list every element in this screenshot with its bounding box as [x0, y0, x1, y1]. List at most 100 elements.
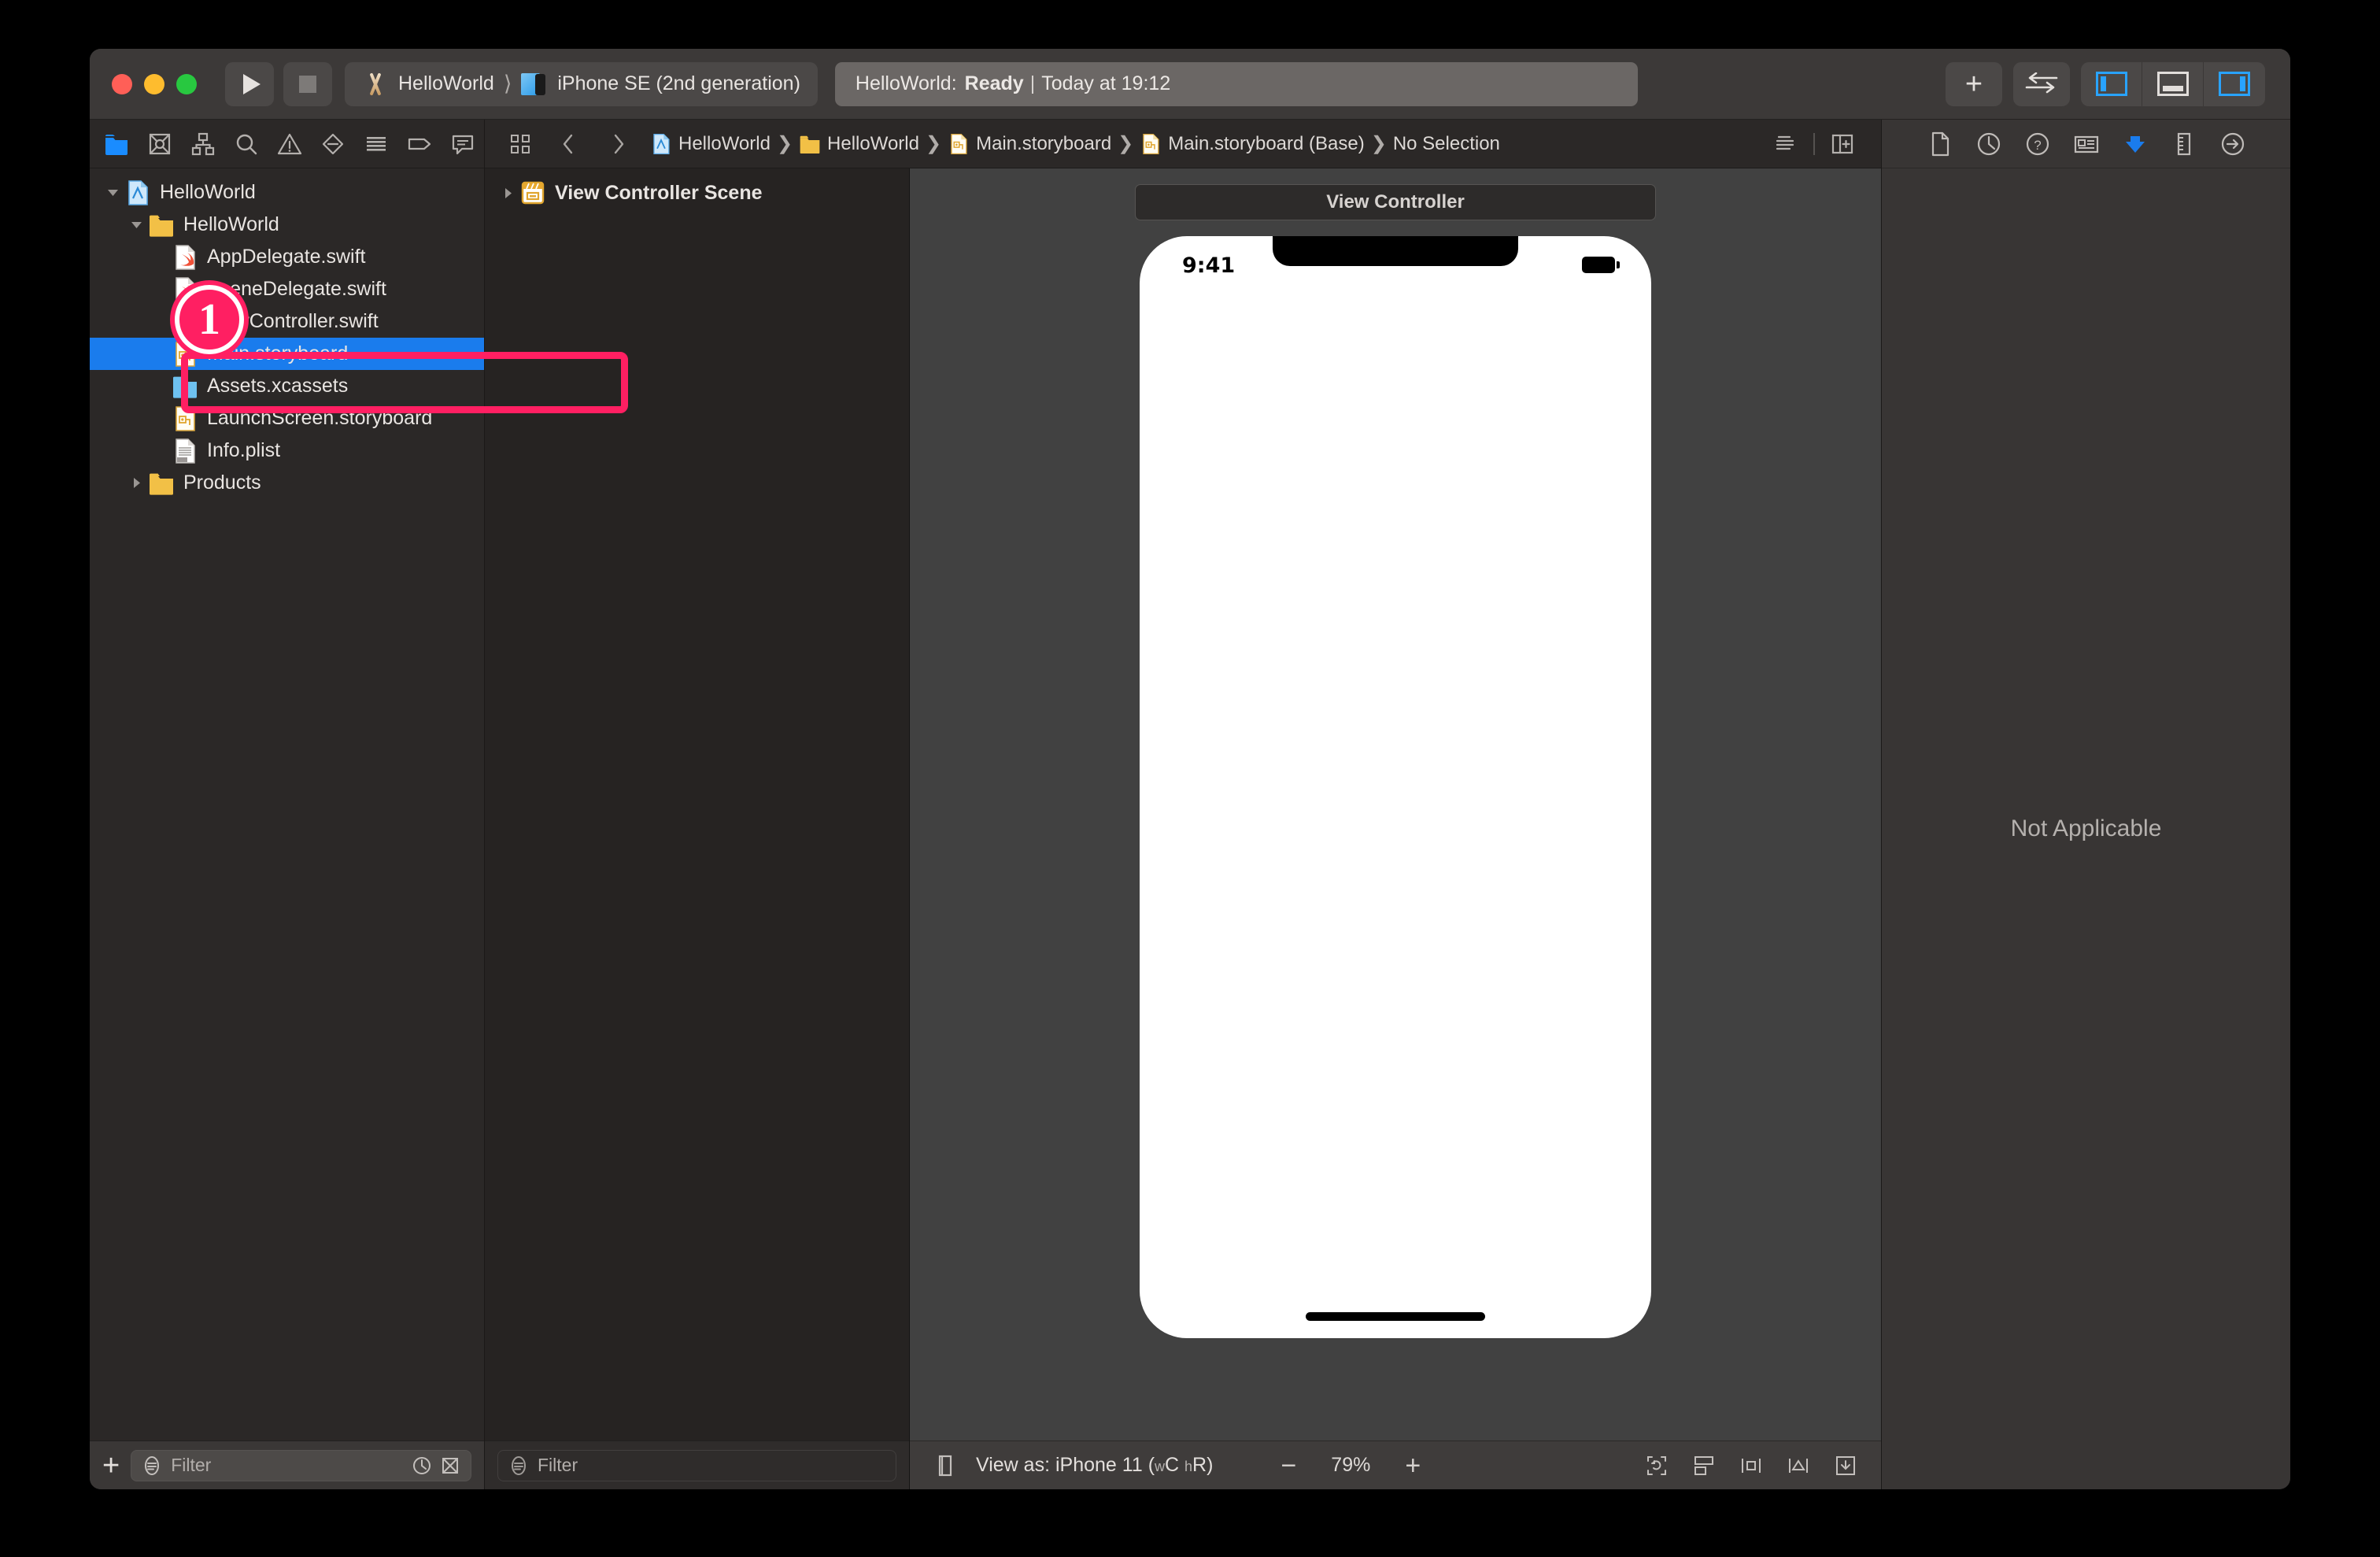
- breadcrumb-item[interactable]: Main.storyboard (Base): [1140, 132, 1365, 155]
- disclosure-triangle-open[interactable]: [124, 218, 148, 231]
- file-tree-row[interactable]: Info.plist: [90, 435, 484, 467]
- outline-filter-input[interactable]: Filter: [497, 1449, 896, 1481]
- iphone-simulator-preview[interactable]: 9:41: [1140, 236, 1651, 1338]
- identity-inspector-icon[interactable]: [2072, 130, 2101, 158]
- debug-navigator-icon[interactable]: [354, 120, 397, 168]
- embed-in-icon[interactable]: [1691, 1452, 1717, 1479]
- traffic-lights: [112, 73, 197, 94]
- navigate-back-button[interactable]: [545, 120, 593, 168]
- breakpoint-navigator-icon[interactable]: [397, 120, 441, 168]
- file-tree-row[interactable]: Assets.xcassets: [90, 370, 484, 402]
- file-tree-row[interactable]: HelloWorld: [90, 176, 484, 209]
- device-orientation-icon[interactable]: [932, 1452, 959, 1479]
- symbol-navigator-icon[interactable]: [181, 120, 224, 168]
- breadcrumb-item[interactable]: Main.storyboard: [948, 133, 1111, 155]
- connections-inspector-icon[interactable]: [2219, 130, 2247, 158]
- storyboard-canvas[interactable]: View Controller 9:41: [910, 168, 1881, 1441]
- zoom-level-value[interactable]: 79%: [1331, 1454, 1370, 1477]
- status-divider: |: [1029, 72, 1036, 94]
- project-navigator-icon[interactable]: [94, 120, 138, 168]
- update-frames-icon[interactable]: [1643, 1452, 1670, 1479]
- quick-help-inspector-icon[interactable]: ?: [2023, 130, 2052, 158]
- recent-filter-icon[interactable]: [411, 1455, 433, 1477]
- document-outline-tree[interactable]: View Controller Scene: [485, 168, 909, 1441]
- breadcrumb-item-label: Main.storyboard (Base): [1168, 132, 1365, 154]
- editor-options-button[interactable]: [2013, 61, 2070, 106]
- folder-yellow-icon: [150, 215, 173, 237]
- scene-title-bar[interactable]: View Controller: [1135, 184, 1656, 220]
- maximize-window-button[interactable]: [176, 73, 197, 94]
- inspector-panel: ? Not Applicable: [1881, 120, 2290, 1489]
- size-inspector-icon[interactable]: [2170, 130, 2198, 158]
- storyboard-canvas-column: View Controller 9:41 View as: iPhone 11 …: [910, 168, 1881, 1489]
- find-navigator-icon[interactable]: [224, 120, 268, 168]
- run-button[interactable]: [225, 61, 274, 106]
- breadcrumb[interactable]: HelloWorld ❯ HelloWorld ❯ Main.storyboard ❯ Ma…: [650, 132, 1500, 155]
- attributes-inspector-icon[interactable]: [2121, 130, 2149, 158]
- breadcrumb-item[interactable]: HelloWorld: [799, 133, 919, 155]
- toggle-debug-area-button[interactable]: [2142, 61, 2204, 106]
- minimize-window-button[interactable]: [144, 73, 164, 94]
- source-control-filter-icon[interactable]: [439, 1455, 461, 1477]
- report-navigator-icon[interactable]: [441, 120, 484, 168]
- disclosure-triangle-closed[interactable]: [124, 476, 148, 490]
- scheme-name[interactable]: HelloWorld: [398, 72, 494, 95]
- xcode-project-icon: [128, 179, 148, 205]
- inspector-tab-bar: ?: [1882, 120, 2290, 168]
- source-control-navigator-icon[interactable]: [138, 120, 181, 168]
- history-inspector-icon[interactable]: [1975, 130, 2003, 158]
- add-file-button[interactable]: +: [102, 1451, 120, 1481]
- issue-navigator-icon[interactable]: [268, 120, 311, 168]
- file-tree-row[interactable]: LaunchScreen.storyboard: [90, 402, 484, 435]
- minimap-icon[interactable]: [1761, 120, 1810, 168]
- navigator-toolbar: [90, 120, 484, 168]
- resolve-auto-layout-icon[interactable]: [1832, 1452, 1859, 1479]
- plus-icon: +: [1964, 67, 1983, 101]
- right-pane-icon: [2219, 72, 2250, 96]
- align-icon[interactable]: [1738, 1452, 1765, 1479]
- project-file-tree[interactable]: HelloWorld HelloWorld AppDelegate.swift Sce…: [90, 168, 484, 1441]
- view-as-control[interactable]: View as: iPhone 11 (wC hR): [976, 1454, 1213, 1477]
- outline-row[interactable]: View Controller Scene: [485, 176, 909, 209]
- toggle-navigator-button[interactable]: [2081, 61, 2142, 106]
- stop-button[interactable]: [283, 61, 332, 106]
- file-tree-row-label: HelloWorld: [183, 213, 279, 235]
- navigator-filter-input[interactable]: Filter: [131, 1449, 471, 1481]
- zoom-out-button[interactable]: −: [1281, 1452, 1296, 1479]
- disclosure-triangle-closed[interactable]: [496, 187, 519, 200]
- add-button[interactable]: +: [1946, 61, 2002, 106]
- file-tree-row-label: Products: [183, 472, 261, 494]
- file-tree-row[interactable]: ViewController.swift: [90, 305, 484, 338]
- folder-yellow-icon: [800, 135, 820, 153]
- add-constraints-icon[interactable]: [1785, 1452, 1812, 1479]
- related-items-icon[interactable]: [496, 120, 545, 168]
- destination-name[interactable]: iPhone SE (2nd generation): [557, 72, 800, 95]
- main-body: HelloWorld HelloWorld AppDelegate.swift Sce…: [90, 120, 2290, 1489]
- pane-toggle-group: [2081, 61, 2265, 106]
- file-tree-row[interactable]: HelloWorld: [90, 209, 484, 241]
- toggle-inspector-button[interactable]: [2204, 62, 2265, 106]
- add-editor-icon[interactable]: [1818, 120, 1867, 168]
- file-tree-row[interactable]: SceneDelegate.swift: [90, 273, 484, 305]
- outline-filter-bar: Filter: [485, 1441, 909, 1489]
- file-inspector-icon[interactable]: [1926, 130, 1954, 158]
- destination-device-icon: [521, 72, 548, 96]
- close-window-button[interactable]: [112, 73, 132, 94]
- scheme-destination-bar[interactable]: HelloWorld ⟩ iPhone SE (2nd generation): [345, 61, 818, 106]
- title-bar: HelloWorld ⟩ iPhone SE (2nd generation) …: [90, 49, 2290, 120]
- status-bar-time: 9:41: [1182, 253, 1236, 278]
- file-tree-row-selected[interactable]: Main.storyboard: [90, 338, 484, 370]
- navigate-forward-button[interactable]: [593, 120, 642, 168]
- breadcrumb-item[interactable]: No Selection: [1393, 133, 1500, 155]
- auto-layout-tools: [1643, 1452, 1859, 1479]
- zoom-in-button[interactable]: +: [1405, 1452, 1421, 1479]
- file-tree-row[interactable]: Products: [90, 467, 484, 499]
- file-tree-row-label: Info.plist: [207, 439, 281, 461]
- disclosure-triangle-open[interactable]: [101, 186, 124, 199]
- file-tree-row-label: Assets.xcassets: [207, 375, 349, 397]
- annotation-step-number: 1: [198, 295, 220, 344]
- breadcrumb-item[interactable]: HelloWorld: [650, 133, 771, 155]
- file-tree-row[interactable]: AppDelegate.swift: [90, 241, 484, 273]
- assets-folder-icon: [173, 376, 197, 398]
- test-navigator-icon[interactable]: [311, 120, 354, 168]
